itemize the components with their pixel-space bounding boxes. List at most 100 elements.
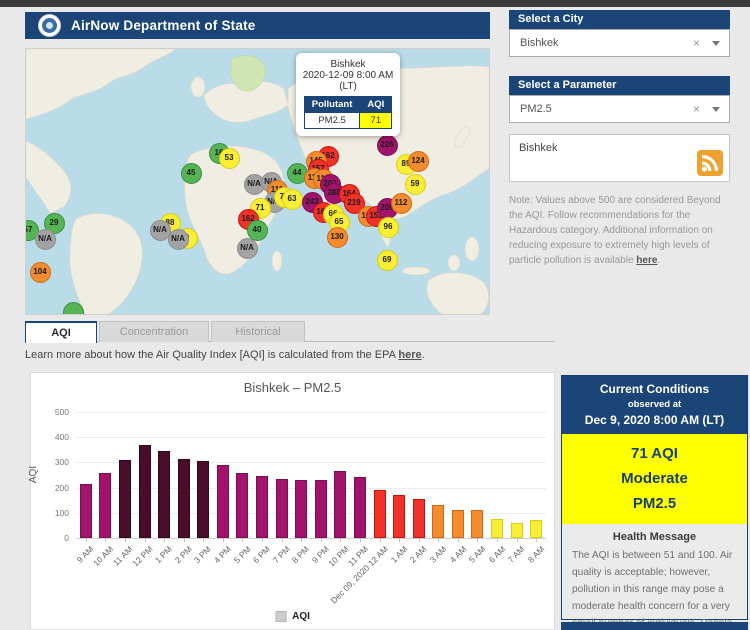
map-marker[interactable]: 53	[219, 148, 240, 169]
health-message-title: Health Message	[562, 531, 747, 543]
x-tick-mark	[301, 538, 302, 542]
popup-aqi-value: 71	[360, 113, 392, 129]
chart-bar[interactable]	[511, 523, 523, 538]
map-marker[interactable]: 112	[391, 193, 412, 214]
chart-y-axis-label: AQI	[28, 466, 39, 483]
chart-bar[interactable]	[315, 480, 327, 538]
chart-bar[interactable]	[217, 465, 229, 538]
map-marker[interactable]: 226	[377, 135, 398, 156]
chart-bar[interactable]	[530, 520, 542, 538]
legend-label: AQI	[292, 611, 310, 622]
chart-bar[interactable]	[80, 484, 92, 538]
rss-icon[interactable]	[697, 150, 723, 176]
map-marker[interactable]: 96	[378, 217, 399, 238]
chart-bar[interactable]	[236, 473, 248, 538]
x-tick-mark	[105, 538, 106, 542]
map-marker[interactable]: 104	[30, 262, 51, 283]
map-marker[interactable]: N/A	[237, 238, 258, 259]
select-city-header: Select a City	[509, 10, 730, 29]
x-tick-mark	[282, 538, 283, 542]
chart-bar[interactable]	[139, 445, 151, 538]
x-tick-mark	[164, 538, 165, 542]
x-tick-mark	[203, 538, 204, 542]
chart-bar[interactable]	[432, 505, 444, 538]
department-of-state-seal-icon	[38, 14, 61, 37]
x-tick-mark	[458, 538, 459, 542]
chart-bar[interactable]	[178, 459, 190, 538]
chart-bar[interactable]	[158, 451, 170, 538]
chart-bar[interactable]	[334, 471, 346, 538]
map-marker[interactable]: 59	[405, 174, 426, 195]
learn-more-text: Learn more about how the Air Quality Ind…	[25, 349, 425, 361]
popup-pollutant-header: Pollutant	[304, 97, 360, 113]
parameter-select[interactable]: PM2.5 ×	[509, 95, 730, 123]
chart-bar[interactable]	[452, 510, 464, 538]
parameter-select-value: PM2.5	[520, 103, 693, 115]
map-marker[interactable]: N/A	[35, 229, 56, 250]
tab-bar: AQIConcentrationHistorical	[25, 321, 307, 342]
chart-bar[interactable]	[119, 460, 131, 538]
current-aqi-box: 71 AQI Moderate PM2.5	[562, 434, 747, 524]
x-tick-mark	[399, 538, 400, 542]
chart-bar[interactable]	[354, 477, 366, 538]
x-tick-mark	[223, 538, 224, 542]
y-tick-label: 500	[37, 407, 69, 417]
legend-swatch	[275, 611, 286, 622]
chart-bar[interactable]	[413, 499, 425, 538]
chart-bar[interactable]	[295, 480, 307, 538]
x-tick-mark	[477, 538, 478, 542]
popup-datetime: 2020-12-09 8:00 AM	[300, 70, 396, 81]
world-aqi-map[interactable]: 165345N/AN/A11144N/A70637116240N/A88N/A0…	[25, 48, 490, 315]
map-popup: Bishkek 2020-12-09 8:00 AM (LT) Pollutan…	[296, 53, 400, 136]
note-text-end: .	[657, 255, 660, 266]
learn-more-here-link[interactable]: here	[398, 349, 421, 361]
tab-concentration[interactable]: Concentration	[99, 321, 209, 342]
note-here-link[interactable]: here	[636, 255, 657, 266]
x-tick-mark	[380, 538, 381, 542]
map-marker[interactable]: 130	[327, 227, 348, 248]
x-tick-mark	[86, 538, 87, 542]
x-tick-mark	[517, 538, 518, 542]
learn-more-suffix: .	[422, 349, 425, 361]
parameter-chevron-down-icon[interactable]	[712, 107, 720, 112]
y-tick-label: 200	[37, 483, 69, 493]
x-tick-mark	[360, 538, 361, 542]
map-marker[interactable]: 63	[282, 189, 303, 210]
chart-bar[interactable]	[99, 473, 111, 538]
tab-historical[interactable]: Historical	[211, 321, 305, 342]
rss-feed-box: Bishkek	[509, 134, 730, 182]
y-tick-label: 0	[37, 533, 69, 543]
parameter-clear-icon[interactable]: ×	[693, 102, 700, 116]
map-marker[interactable]: N/A	[168, 229, 189, 250]
popup-aqi-header: AQI	[360, 97, 392, 113]
map-marker[interactable]: 124	[408, 151, 429, 172]
popup-table: Pollutant AQI PM2.5 71	[304, 96, 393, 129]
chart-bar[interactable]	[276, 479, 288, 538]
page: AirNow Department of State 165345N/AN/A1…	[0, 0, 750, 630]
chart-legend: AQI	[275, 611, 310, 622]
x-tick-mark	[340, 538, 341, 542]
x-tick-mark	[321, 538, 322, 542]
y-tick-label: 100	[37, 508, 69, 518]
chart-bar[interactable]	[491, 519, 503, 538]
map-marker[interactable]: 45	[181, 163, 202, 184]
current-conditions-header: Current Conditions observed at Dec 9, 20…	[562, 376, 747, 434]
top-strip	[0, 0, 750, 7]
rss-city-label: Bishkek	[519, 142, 558, 154]
city-select[interactable]: Bishkek ×	[509, 29, 730, 57]
x-tick-mark	[438, 538, 439, 542]
current-conditions-panel: Current Conditions observed at Dec 9, 20…	[561, 375, 748, 620]
chart-bar[interactable]	[256, 476, 268, 538]
map-marker[interactable]: 69	[377, 250, 398, 271]
chart-bar[interactable]	[197, 461, 209, 538]
y-tick-label: 300	[37, 457, 69, 467]
city-chevron-down-icon[interactable]	[712, 41, 720, 46]
app-header: AirNow Department of State	[25, 12, 490, 39]
gridline	[76, 437, 546, 438]
chart-bar[interactable]	[471, 510, 483, 538]
tab-aqi[interactable]: AQI	[25, 321, 97, 343]
y-tick-label: 400	[37, 432, 69, 442]
city-clear-icon[interactable]: ×	[693, 36, 700, 50]
chart-bar[interactable]	[374, 490, 386, 538]
chart-bar[interactable]	[393, 495, 405, 538]
